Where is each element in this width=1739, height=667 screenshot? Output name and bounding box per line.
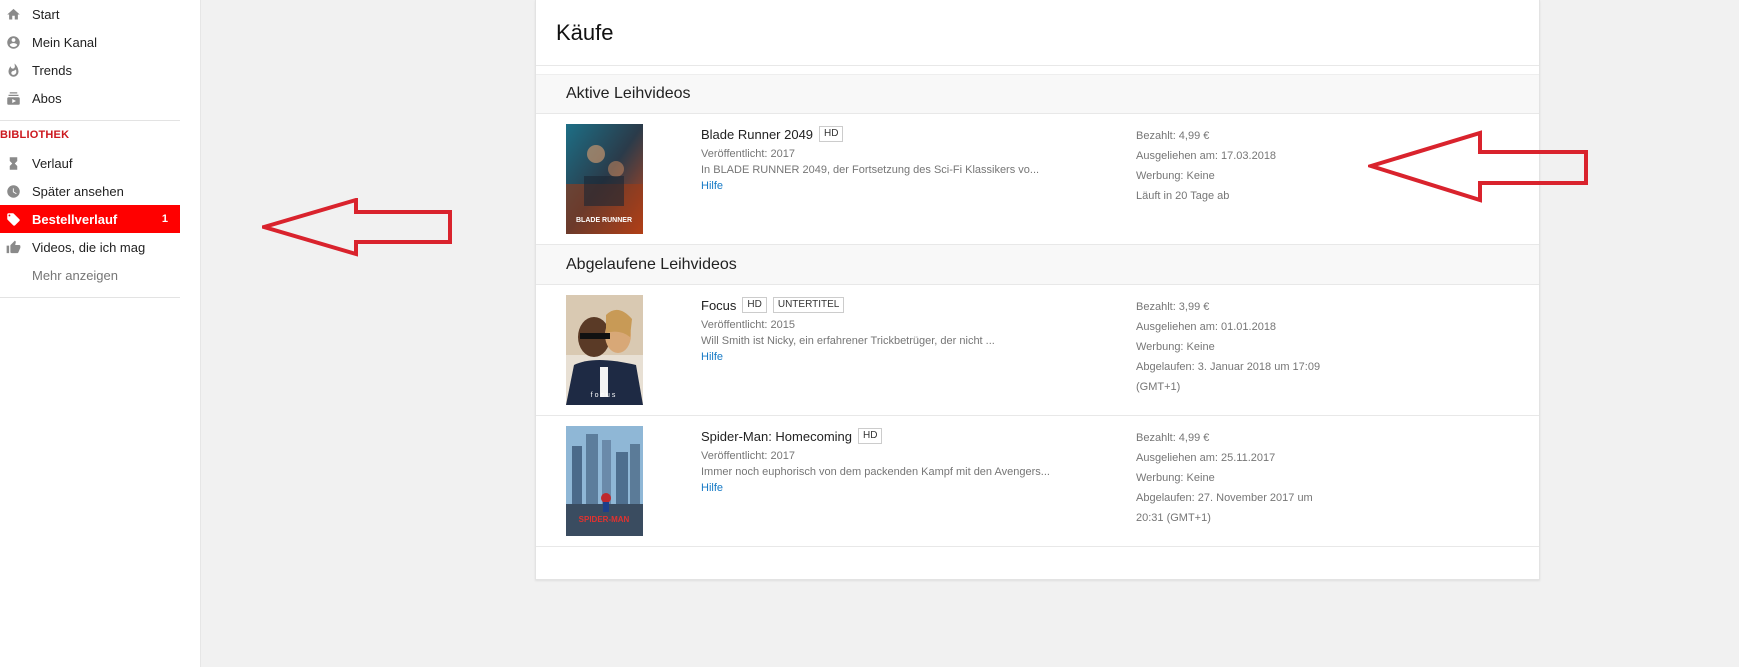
main-nav: Start Mein Kanal Trends Abos: [0, 0, 200, 112]
hd-badge: HD: [819, 126, 844, 142]
movie-title[interactable]: Blade Runner 2049: [701, 127, 813, 142]
annotation-arrow-left: [262, 198, 452, 257]
sidebar-item-label: Videos, die ich mag: [32, 239, 146, 255]
annotation-arrow-right: [1368, 130, 1588, 203]
sidebar-item-bestellverlauf[interactable]: Bestellverlauf 1: [0, 205, 180, 233]
library-nav: Verlauf Später ansehen Bestellverlauf 1 …: [0, 149, 200, 289]
sidebar-item-label: Trends: [32, 62, 72, 78]
sidebar-item-label: Später ansehen: [32, 183, 124, 199]
movie-description: Will Smith ist Nicky, ein erfahrener Tri…: [701, 335, 995, 347]
purchases-card: Käufe Aktive Leihvideos BLADE RUNNER Bla…: [535, 0, 1540, 580]
rental-row-spider-man: SPIDER-MAN Spider-Man: Homecoming HD Ver…: [536, 416, 1539, 547]
hd-badge: HD: [742, 297, 767, 313]
paid-amount: Bezahlt: 3,99 €: [1136, 301, 1210, 313]
ads-info: Werbung: Keine: [1136, 472, 1215, 484]
rental-details: Bezahlt: 4,99 € Ausgeliehen am: 25.11.20…: [1136, 428, 1336, 528]
release-year: Veröffentlicht: 2017: [701, 148, 795, 160]
sidebar-item-start[interactable]: Start: [0, 0, 180, 28]
library-heading: BIBLIOTHEK: [0, 129, 70, 141]
sidebar-item-verlauf[interactable]: Verlauf: [0, 149, 180, 177]
expiry-status-timezone: (GMT+1): [1136, 381, 1181, 393]
rented-date: Ausgeliehen am: 25.11.2017: [1136, 452, 1276, 464]
thumb-up-icon: [6, 240, 21, 255]
movie-description: In BLADE RUNNER 2049, der Fortsetzung de…: [701, 164, 1040, 176]
release-year: Veröffentlicht: 2015: [701, 319, 795, 331]
poster-spider-man[interactable]: SPIDER-MAN: [566, 426, 643, 536]
sidebar-item-label: Abos: [32, 90, 62, 106]
show-more-link[interactable]: Mehr anzeigen: [0, 261, 180, 289]
poster-focus[interactable]: focus: [566, 295, 643, 405]
sidebar-item-liked-videos[interactable]: Videos, die ich mag: [0, 233, 180, 261]
paid-amount: Bezahlt: 4,99 €: [1136, 432, 1210, 444]
sidebar-item-label: Bestellverlauf: [32, 211, 118, 227]
release-year: Veröffentlicht: 2017: [701, 450, 795, 462]
clock-icon: [6, 184, 21, 199]
poster-title: BLADE RUNNER: [576, 217, 632, 224]
expiry-status: Abgelaufen: 27. November 2017 um: [1136, 492, 1313, 504]
rental-info: Focus HD UNTERTITEL Veröffentlicht: 2015…: [701, 295, 1136, 405]
paid-amount: Bezahlt: 4,99 €: [1136, 130, 1210, 142]
sidebar-item-label: Start: [32, 6, 60, 22]
sidebar-divider: [0, 297, 180, 298]
help-link[interactable]: Hilfe: [701, 482, 1136, 494]
ads-info: Werbung: Keine: [1136, 170, 1215, 182]
sidebar-item-label: Mein Kanal: [32, 34, 98, 50]
subtitles-badge: UNTERTITEL: [772, 297, 845, 313]
order-count-badge: 1: [161, 213, 168, 225]
expiry-status: Abgelaufen: 3. Januar 2018 um 17:09: [1136, 361, 1321, 373]
rented-date: Ausgeliehen am: 17.03.2018: [1136, 150, 1277, 162]
sidebar-item-mein-kanal[interactable]: Mein Kanal: [0, 28, 180, 56]
rental-details: Bezahlt: 4,99 € Ausgeliehen am: 17.03.20…: [1136, 126, 1336, 206]
rental-info: Spider-Man: Homecoming HD Veröffentlicht…: [701, 426, 1136, 536]
active-rentals-heading: Aktive Leihvideos: [536, 74, 1539, 114]
hourglass-icon: [6, 156, 21, 171]
poster-title: SPIDER-MAN: [579, 515, 630, 524]
movie-title[interactable]: Spider-Man: Homecoming: [701, 429, 852, 444]
subscriptions-icon: [6, 91, 21, 106]
sidebar-item-label: Verlauf: [32, 155, 73, 171]
movie-description: Immer noch euphorisch von dem packenden …: [701, 466, 1050, 478]
rental-details: Bezahlt: 3,99 € Ausgeliehen am: 01.01.20…: [1136, 297, 1336, 397]
help-link[interactable]: Hilfe: [701, 351, 1136, 363]
ads-info: Werbung: Keine: [1136, 341, 1215, 353]
sidebar-item-trends[interactable]: Trends: [0, 56, 180, 84]
rental-info: Blade Runner 2049 HD Veröffentlicht: 201…: [701, 124, 1136, 234]
movie-title[interactable]: Focus: [701, 298, 736, 313]
rental-row-focus: focus Focus HD UNTERTITEL Veröffentlicht…: [536, 285, 1539, 416]
sidebar-item-spaeter-ansehen[interactable]: Später ansehen: [0, 177, 180, 205]
expired-rentals-heading: Abgelaufene Leihvideos: [536, 245, 1539, 285]
hd-badge: HD: [858, 428, 883, 444]
help-link[interactable]: Hilfe: [701, 180, 1136, 192]
show-more-label: Mehr anzeigen: [32, 267, 118, 283]
home-icon: [6, 7, 21, 22]
poster-blade-runner[interactable]: BLADE RUNNER: [566, 124, 643, 234]
expiry-status-time: 20:31 (GMT+1): [1136, 512, 1211, 524]
page-title: Käufe: [536, 0, 1539, 66]
sidebar-item-abos[interactable]: Abos: [0, 84, 180, 112]
expiry-status: Läuft in 20 Tage ab: [1136, 190, 1230, 202]
flame-icon: [6, 62, 21, 78]
account-icon: [6, 35, 21, 50]
sidebar: Start Mein Kanal Trends Abos BIBLIOTHEK …: [0, 0, 201, 667]
rented-date: Ausgeliehen am: 01.01.2018: [1136, 321, 1277, 333]
poster-title: focus: [591, 392, 618, 399]
tag-icon: [6, 212, 21, 227]
